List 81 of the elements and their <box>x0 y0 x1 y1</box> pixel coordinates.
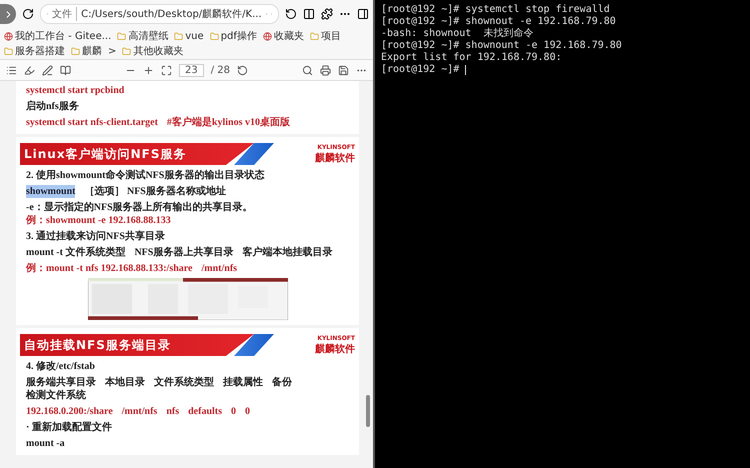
bookmark[interactable]: pdf操作 <box>210 29 257 43</box>
folder-icon <box>122 46 132 56</box>
rotate-icon[interactable] <box>237 64 248 76</box>
save-icon[interactable] <box>338 64 350 76</box>
slide-text: 0 <box>245 405 250 418</box>
slide-text: 文件系统类型 <box>154 376 214 389</box>
slide-text: /mnt/nfs <box>201 262 238 275</box>
split-screen-icon[interactable] <box>303 8 315 20</box>
bookmark[interactable]: 我的工作台 - Gitee... <box>4 29 112 43</box>
terminal-line: [root@192 ~]# shownount -e 192.168.79.80 <box>381 40 622 52</box>
page-total: / 28 <box>210 64 230 76</box>
sidebar-icon[interactable] <box>357 8 369 20</box>
terminal-line: Export list for 192.168.79.80: <box>381 52 562 64</box>
folder-icon <box>310 32 319 40</box>
folder-icon <box>210 32 219 40</box>
slide-text: #客户端是kylinos v10桌面版 <box>166 116 290 129</box>
slide-text: ［选项］ NFS服务器名称或地址 <box>84 185 226 198</box>
terminal-line: [root@192 ~]# <box>381 64 460 76</box>
bookmark[interactable]: 项目 <box>310 29 341 43</box>
page-number-field[interactable]: 23 <box>179 64 204 76</box>
selected-text: showmount <box>26 185 76 198</box>
slide-text: 192.168.0.200:/share <box>26 405 113 418</box>
slide-text: nfs <box>166 405 180 418</box>
slide-text: /mnt/nfs <box>122 405 158 418</box>
terminal-line: [root@192 ~]# shownout -e 192.168.79.80 <box>381 16 616 28</box>
slide-text: 例：mount -t nfs 192.168.88.133:/share <box>26 262 192 275</box>
slide-text: 0 <box>231 405 236 418</box>
bookmark[interactable]: vue <box>174 30 204 42</box>
slide-text: -e：显示指定的NFS服务器上所有输出的共享目录。 <box>26 201 253 214</box>
bookmark[interactable]: 麒麟 <box>71 44 102 58</box>
contents-icon[interactable] <box>6 64 17 76</box>
slide-text: 2. 使用showmount命令测试NFS服务器的输出目录状态 <box>26 169 264 182</box>
fit-icon[interactable] <box>161 64 172 76</box>
logo-name: 麒麟软件 <box>315 342 355 356</box>
logo-name: 麒麟软件 <box>315 151 355 164</box>
bookmark[interactable]: 收藏夹 <box>262 29 304 43</box>
slide-text: 备份 <box>272 376 292 389</box>
slide-text: 例：showmount -e 192.168.88.133 <box>26 214 171 227</box>
slide-text: 4. 修改/etc/fstab <box>26 360 95 373</box>
folder-icon <box>71 46 80 56</box>
slide-text: 3. 通过挂载来访问NFS共享目录 <box>26 230 165 243</box>
terminal-line: -bash: shownout 未找到命令 <box>381 28 534 40</box>
slide-text: NFS服务器上共享目录 <box>134 246 234 259</box>
reload-icon[interactable] <box>285 8 297 20</box>
zoom-in-icon[interactable] <box>143 64 154 76</box>
folder-icon <box>117 32 126 40</box>
search-icon[interactable] <box>302 64 314 76</box>
bookmark[interactable]: 高清壁纸 <box>117 29 168 43</box>
slide-text: · 重新加载配置文件 <box>26 421 112 434</box>
address-scheme: 文件 <box>52 7 78 21</box>
scrollbar-thumb[interactable] <box>366 395 370 427</box>
slide-text: systemctl start nfs-client.target <box>26 116 158 129</box>
slide-text: 本地目录 <box>105 376 145 389</box>
slide-text: systemctl start rpcbind <box>26 84 124 97</box>
slide-banner: Linux客户端访问NFS服务 <box>20 143 254 165</box>
terminal-line: [root@192 ~]# systemctl stop firewalld <box>381 4 610 16</box>
sidebar-toggle[interactable] <box>0 4 16 24</box>
globe-icon <box>262 32 272 40</box>
slide-text: defaults <box>188 405 222 418</box>
slide-text: 挂载属性 <box>223 376 263 389</box>
address-path: C:/Users/south/Desktop/麒麟软件/K... <box>81 8 262 21</box>
slide-text: 启动nfs服务 <box>26 100 79 113</box>
draw-icon[interactable] <box>42 64 53 76</box>
bookmark[interactable]: 其他收藏夹 <box>122 44 184 58</box>
folder-icon <box>4 46 13 56</box>
bookmark-more[interactable]: > <box>108 46 116 56</box>
slide-text: 服务端共享目录 <box>26 376 96 389</box>
folder-icon <box>174 32 184 40</box>
refresh-icon[interactable] <box>22 8 34 20</box>
extension-icon[interactable] <box>321 8 333 20</box>
slide-text: 客户端本地挂载目录 <box>242 246 332 259</box>
bookmark[interactable]: 服务器搭建 <box>4 44 65 58</box>
slide-text: 检测文件系统 <box>26 389 86 402</box>
slide-text: mount -a <box>26 437 65 450</box>
highlighter-icon[interactable] <box>24 64 35 76</box>
globe-icon <box>4 32 13 40</box>
slide-text: mount -t 文件系统类型 <box>26 246 126 259</box>
print-icon[interactable] <box>320 64 332 76</box>
terminal[interactable]: [root@192 ~]# systemctl stop firewalld [root@192 ~]# shownout -e 192.168.79.80 -bash: shownout 未找到命令 [root@192 ~]# shownount -e 192.168.79.80 Export list for 192.168.79.80: [root@192 ~]# <box>375 0 750 468</box>
slide-banner: 自动挂载NFS服务端目录 <box>20 334 254 356</box>
page-view-icon[interactable] <box>60 64 71 76</box>
